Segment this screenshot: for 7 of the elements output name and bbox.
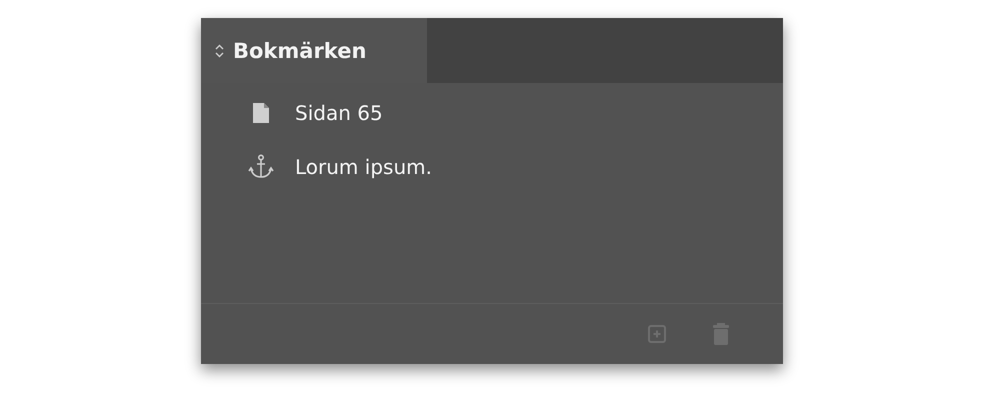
panel-tab[interactable]: Bokmärken: [201, 18, 427, 83]
page-icon: [253, 103, 269, 123]
tab-label: Bokmärken: [233, 38, 366, 62]
bookmark-item[interactable]: Lorum ipsum.: [201, 140, 783, 194]
anchor-icon: [248, 154, 274, 180]
up-down-arrows-icon: [215, 44, 224, 58]
bookmark-item[interactable]: Sidan 65: [201, 86, 783, 140]
